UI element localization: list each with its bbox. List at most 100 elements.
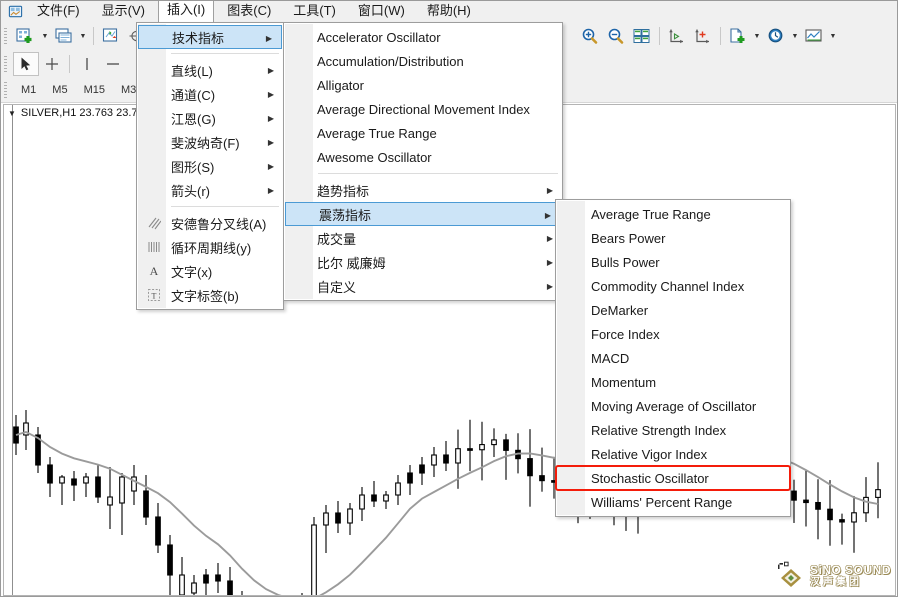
menu-cycle-lines[interactable]: 循环周期线(y)	[137, 235, 283, 259]
menu-item-label: Alligator	[317, 77, 364, 93]
chart-symbol-text: SILVER,H1 23.763 23.769	[20, 107, 150, 119]
timeframe-m1[interactable]: M1	[15, 81, 42, 99]
vertical-line-tool[interactable]	[74, 52, 100, 76]
submenu-arrow-icon: ▶	[544, 210, 551, 220]
menu-osc-rvi[interactable]: Relative Vigor Index	[556, 442, 790, 466]
menu-volumes[interactable]: 成交量 ▶	[284, 226, 562, 250]
menu-text-label[interactable]: T 文字标签(b)	[137, 283, 283, 307]
toolbar-separator	[69, 54, 70, 73]
menu-osc-demarker[interactable]: DeMarker	[556, 298, 790, 322]
submenu-arrow-icon: ▶	[267, 185, 274, 195]
text-icon: A	[149, 263, 159, 278]
menu-osc-cci[interactable]: Commodity Channel Index	[556, 274, 790, 298]
menu-item-label: Accelerator Oscillator	[317, 29, 441, 45]
period-button[interactable]	[763, 24, 789, 48]
watermark-logo: SiNO SOUND 汉声集团	[776, 561, 891, 591]
toolbar-separator	[720, 27, 721, 45]
tile-windows-button[interactable]	[629, 24, 655, 48]
chart-collapse-icon[interactable]: ▼	[8, 109, 16, 118]
menu-osc-macd[interactable]: MACD	[556, 346, 790, 370]
menu-insert[interactable]: 插入(I)	[157, 1, 215, 22]
new-order-dropdown-arrow[interactable]: ▼	[751, 24, 763, 48]
menu-chart[interactable]: 图表(C)	[218, 1, 280, 22]
menu-help[interactable]: 帮助(H)	[418, 1, 480, 22]
menu-osc-rsi[interactable]: Relative Strength Index	[556, 418, 790, 442]
zoom-out-button[interactable]	[603, 24, 629, 48]
menu-item-label: 技术指标	[172, 30, 225, 46]
new-chart-button[interactable]	[13, 24, 39, 48]
menu-window[interactable]: 窗口(W)	[349, 1, 414, 22]
toolbar-grip[interactable]	[3, 26, 10, 46]
menu-item-label: 震荡指标	[319, 207, 372, 223]
toolbar-grip[interactable]	[3, 53, 10, 74]
menu-item-label: Relative Strength Index	[591, 422, 727, 438]
menu-item-label: MACD	[591, 350, 630, 366]
insert-dropdown[interactable]: 技术指标 ▶ 直线(L) ▶ 通道(C) ▶ 江恩(G) ▶ 斐波纳奇(F) ▶ 图形(S) ▶ 箭头(…	[136, 22, 284, 310]
technical-indicators-dropdown[interactable]: Accelerator Oscillator Accumulation/Distr…	[283, 22, 563, 301]
menu-oscillators[interactable]: 震荡指标 ▶	[285, 202, 561, 226]
menu-accumulation-distribution[interactable]: Accumulation/Distribution	[284, 49, 562, 73]
submenu-arrow-icon: ▶	[267, 161, 274, 171]
horizontal-line-tool[interactable]	[100, 52, 126, 76]
profiles-dropdown-arrow[interactable]: ▼	[77, 24, 89, 48]
menu-atr[interactable]: Average True Range	[284, 121, 562, 145]
toolbar-separator	[659, 27, 660, 45]
menu-tools[interactable]: 工具(T)	[284, 1, 345, 22]
menu-item-label: Average Directional Movement Index	[317, 101, 530, 117]
menu-osc-williams-percent-range[interactable]: Williams' Percent Range	[556, 490, 790, 514]
menu-osc-bulls-power[interactable]: Bulls Power	[556, 250, 790, 274]
menu-awesome-oscillator[interactable]: Awesome Oscillator	[284, 145, 562, 169]
menu-osc-osma[interactable]: Moving Average of Oscillator	[556, 394, 790, 418]
menu-lines[interactable]: 直线(L) ▶	[137, 58, 283, 82]
new-order-button[interactable]	[725, 24, 751, 48]
indicators-button[interactable]	[801, 24, 827, 48]
crosshair-tool[interactable]	[39, 52, 65, 76]
menu-technical-indicators[interactable]: 技术指标 ▶	[138, 25, 282, 49]
menu-osc-atr[interactable]: Average True Range	[556, 202, 790, 226]
menu-accelerator-oscillator[interactable]: Accelerator Oscillator	[284, 25, 562, 49]
menu-trend-indicators[interactable]: 趋势指标 ▶	[284, 178, 562, 202]
menu-alligator[interactable]: Alligator	[284, 73, 562, 97]
menu-item-label: Accumulation/Distribution	[317, 53, 464, 69]
menu-osc-stochastic[interactable]: Stochastic Oscillator	[555, 465, 791, 491]
watermark-line2: 汉声集团	[809, 577, 862, 588]
toolbar-grip[interactable]	[3, 79, 10, 100]
menu-shapes[interactable]: 图形(S) ▶	[137, 154, 283, 178]
timeframe-m5[interactable]: M5	[46, 81, 73, 99]
menu-adx[interactable]: Average Directional Movement Index	[284, 97, 562, 121]
indicators-dropdown-arrow[interactable]: ▼	[827, 24, 839, 48]
watermark-line1: SiNO SOUND	[809, 563, 891, 577]
menu-item-label: DeMarker	[591, 302, 649, 318]
diamond-logo-icon	[777, 561, 801, 587]
auto-scroll-button[interactable]	[690, 24, 716, 48]
timeframe-m15[interactable]: M15	[78, 81, 111, 99]
menu-bill-williams[interactable]: 比尔 威廉姆 ▶	[284, 250, 562, 274]
zoom-in-button[interactable]	[577, 24, 603, 48]
menu-bar: 文件(F) 显示(V) 插入(I) 图表(C) 工具(T) 窗口(W) 帮助(H)	[1, 1, 897, 22]
svg-text:T: T	[152, 292, 157, 301]
menu-fibonacci[interactable]: 斐波纳奇(F) ▶	[137, 130, 283, 154]
menu-osc-momentum[interactable]: Momentum	[556, 370, 790, 394]
menu-arrows[interactable]: 箭头(r) ▶	[137, 178, 283, 202]
menu-andrews-pitchfork[interactable]: 安德鲁分叉线(A)	[137, 211, 283, 235]
menu-item-label: 比尔 威廉姆	[317, 255, 386, 271]
menu-osc-bears-power[interactable]: Bears Power	[556, 226, 790, 250]
menu-osc-force-index[interactable]: Force Index	[556, 322, 790, 346]
oscillators-dropdown[interactable]: Average True Range Bears Power Bulls Power…	[555, 199, 791, 517]
cursor-tool[interactable]	[13, 51, 39, 76]
menu-channels[interactable]: 通道(C) ▶	[137, 82, 283, 106]
menu-item-label: 成交量	[317, 231, 357, 247]
submenu-arrow-icon: ▶	[267, 89, 274, 99]
period-dropdown-arrow[interactable]: ▼	[789, 24, 801, 48]
menu-custom[interactable]: 自定义 ▶	[284, 274, 562, 298]
market-watch-button[interactable]	[98, 24, 124, 48]
chart-shift-button[interactable]	[664, 24, 690, 48]
menu-item-label: Average True Range	[591, 206, 711, 222]
profiles-button[interactable]	[51, 24, 77, 48]
menu-file[interactable]: 文件(F)	[28, 1, 89, 22]
menu-item-label: 图形(S)	[171, 159, 215, 175]
menu-text[interactable]: A 文字(x)	[137, 259, 283, 283]
menu-gann[interactable]: 江恩(G) ▶	[137, 106, 283, 130]
menu-view[interactable]: 显示(V)	[93, 1, 154, 22]
new-chart-dropdown-arrow[interactable]: ▼	[39, 24, 51, 48]
